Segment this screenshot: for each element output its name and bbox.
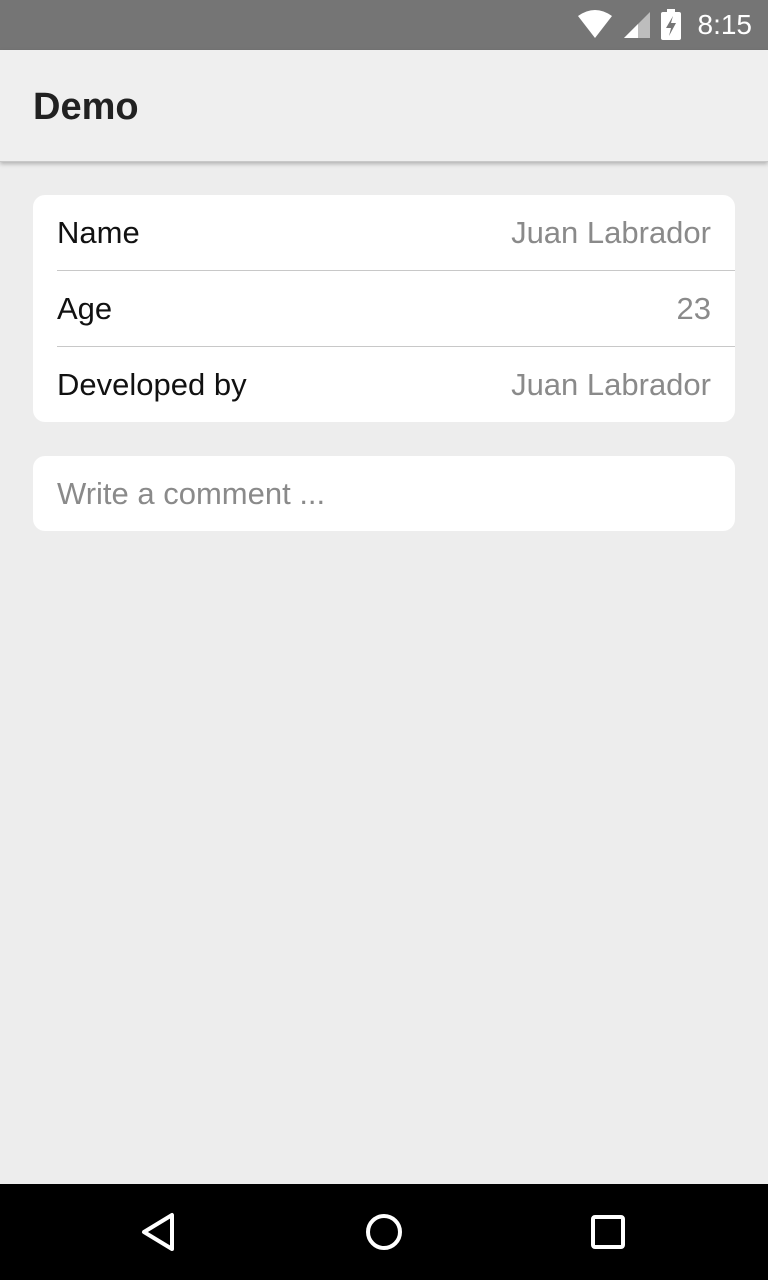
detail-label: Developed by (57, 367, 247, 402)
app-bar: Demo (0, 50, 768, 162)
detail-value: 23 (676, 291, 711, 326)
cell-signal-icon (623, 12, 650, 38)
status-icons: 8:15 (577, 0, 753, 50)
comment-box[interactable] (33, 456, 735, 531)
status-time: 8:15 (697, 9, 753, 40)
detail-row-age: Age 23 (33, 271, 735, 347)
comment-input[interactable] (57, 475, 711, 512)
detail-row-name: Name Juan Labrador (33, 195, 735, 271)
back-icon (142, 1213, 174, 1251)
battery-charging-icon (660, 9, 681, 40)
detail-value: Juan Labrador (511, 367, 711, 402)
details-card: Name Juan Labrador Age 23 Developed by J… (33, 195, 735, 422)
detail-label: Age (57, 291, 113, 326)
home-button[interactable] (356, 1204, 412, 1260)
detail-row-developed-by: Developed by Juan Labrador (33, 347, 735, 422)
navigation-bar (0, 1184, 768, 1280)
wifi-icon (577, 10, 612, 38)
detail-label: Name (57, 215, 140, 250)
back-button[interactable] (132, 1204, 188, 1260)
app-title: Demo (33, 86, 139, 128)
status-bar: 8:15 (0, 0, 768, 50)
recents-button[interactable] (580, 1204, 636, 1260)
home-icon (366, 1214, 402, 1250)
recents-icon (591, 1215, 625, 1249)
detail-value: Juan Labrador (511, 215, 711, 250)
